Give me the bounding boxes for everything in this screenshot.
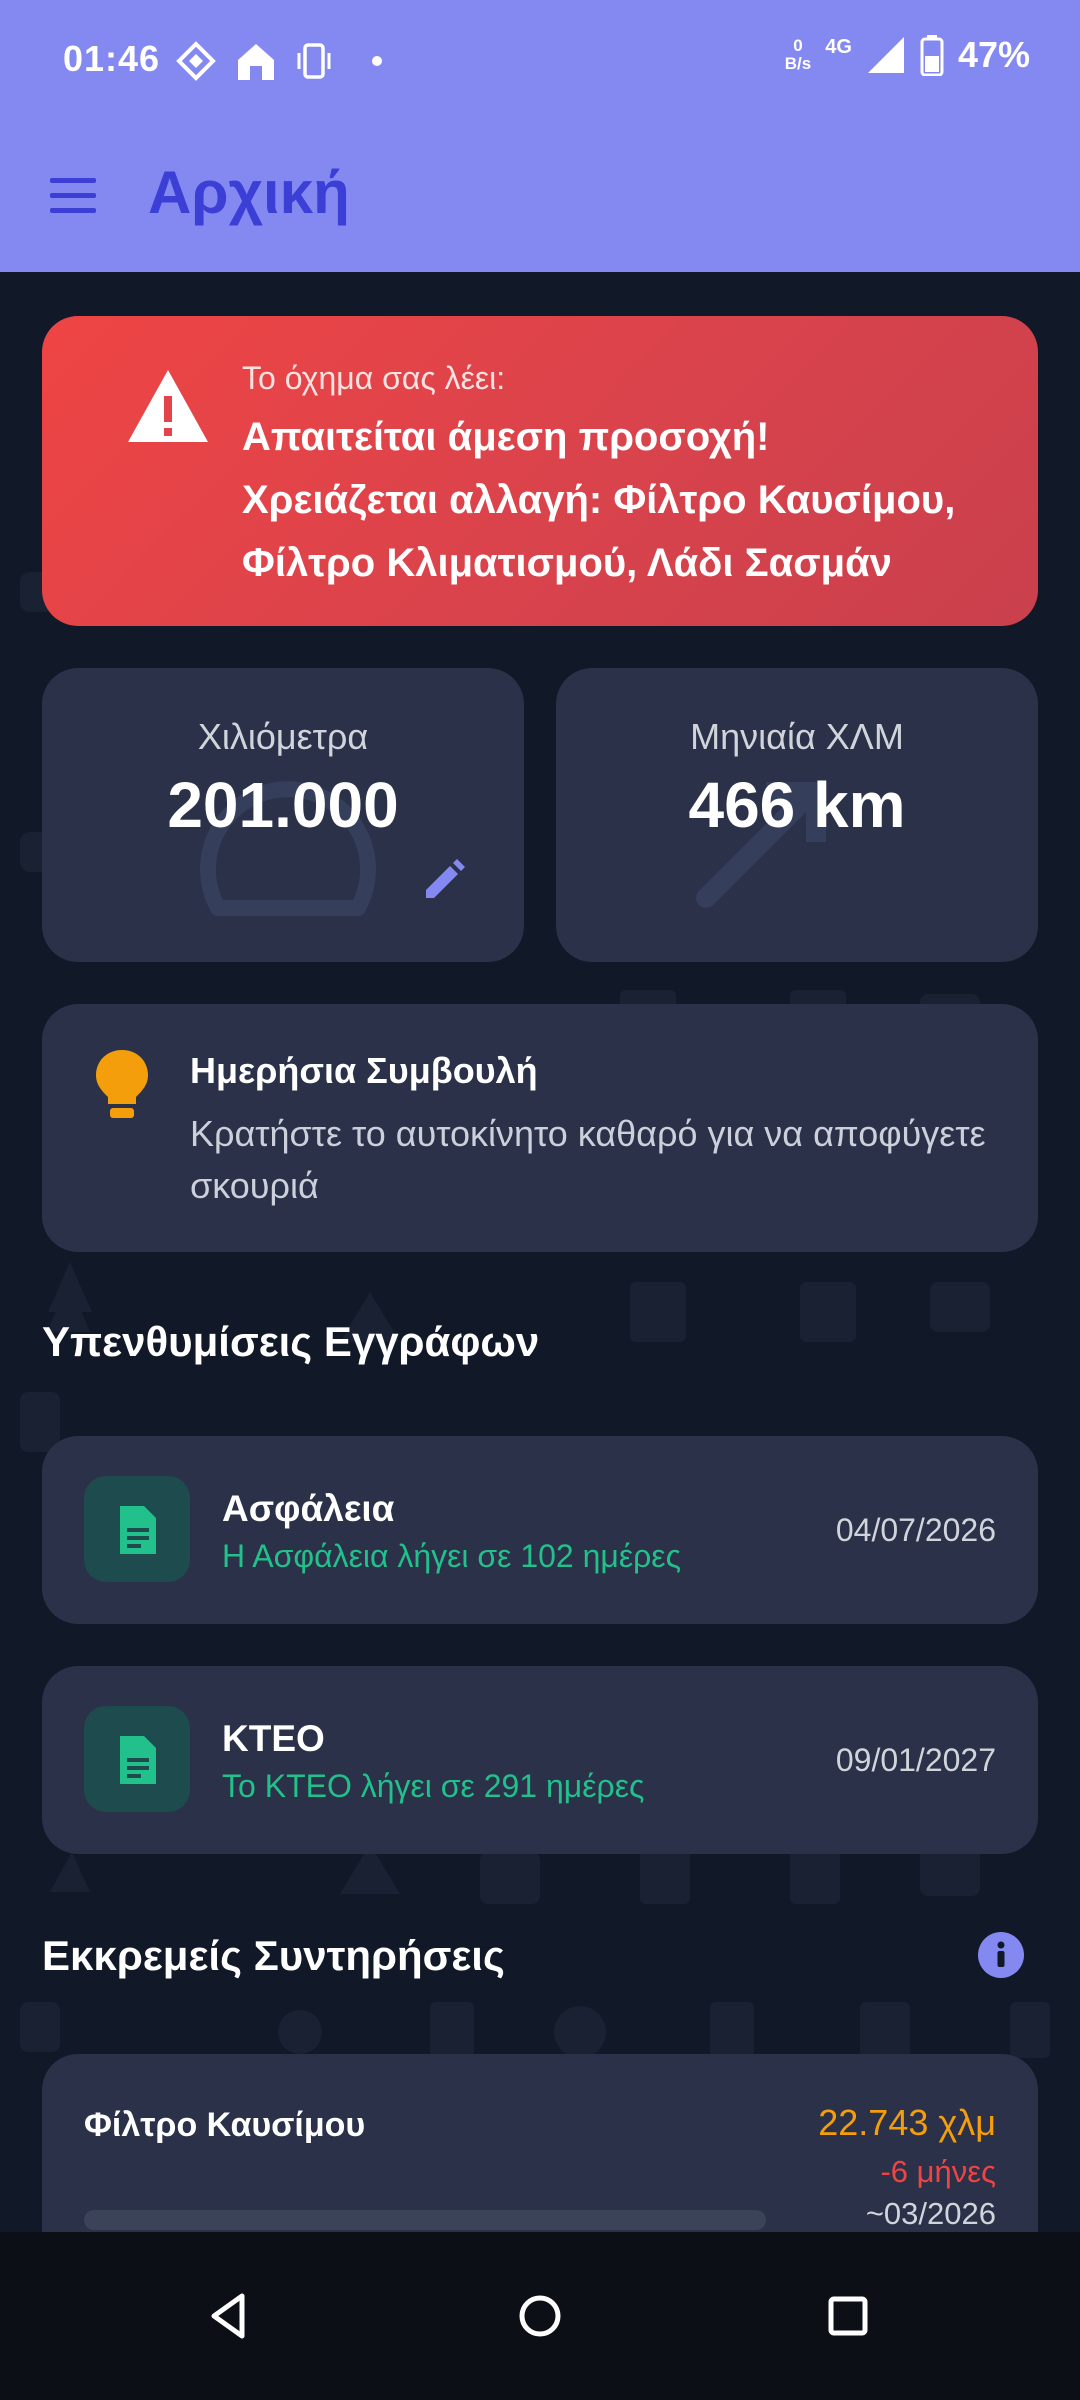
- info-glyph: [997, 1941, 1005, 1967]
- phone-vibrate-icon: [297, 43, 331, 79]
- app-diamond-icon: [176, 41, 216, 81]
- maintenance-months: -6 μήνες: [880, 2154, 996, 2189]
- document-date: 09/01/2027: [835, 1742, 996, 1778]
- monthly-km-value: 466 km: [688, 769, 906, 841]
- maintenance-item-fuel-filter[interactable]: Φίλτρο Καυσίμου 22.743 χλμ -6 μήνες ~03/…: [42, 2054, 1038, 2232]
- signal-icon: [867, 37, 904, 73]
- maintenance-km: 22.743 χλμ: [818, 2102, 996, 2143]
- alert-kicker: Το όχημα σας λέει:: [242, 360, 506, 396]
- menu-icon[interactable]: [46, 168, 102, 224]
- status-system-icons: 0 B/s 4G 47%: [785, 34, 1030, 76]
- status-bar: 01:46 0 B/s 4G 47%: [0, 0, 1080, 120]
- edit-icon[interactable]: [418, 856, 468, 906]
- network-speed: 0 B/s: [785, 37, 811, 73]
- network-speed-value: 0: [793, 36, 803, 55]
- system-navigation-bar: [0, 2232, 1080, 2400]
- document-expiry-text: Η Ασφάλεια λήγει σε 102 ημέρες: [222, 1538, 681, 1574]
- maintenance-title: Φίλτρο Καυσίμου: [84, 2106, 366, 2144]
- warning-icon: [128, 370, 208, 442]
- tip-title: Ημερήσια Συμβουλή: [190, 1050, 538, 1091]
- alert-headline: Απαιτείται άμεση προσοχή!: [242, 415, 770, 459]
- monthly-km-card: Μηνιαία ΧΛΜ 466 km: [556, 668, 1038, 962]
- network-speed-unit: B/s: [784, 54, 812, 73]
- battery-percent: 47%: [957, 34, 1030, 75]
- top-bar: 01:46 0 B/s 4G 47% Αρχική: [0, 0, 1080, 272]
- document-expiry-text: Το ΚΤΕΟ λήγει σε 291 ημέρες: [222, 1768, 645, 1804]
- monthly-km-label: Μηνιαία ΧΛΜ: [690, 716, 904, 757]
- maintenance-date: ~03/2026: [865, 2196, 996, 2231]
- home-icon: [238, 44, 274, 80]
- info-icon[interactable]: [978, 1932, 1024, 1978]
- mileage-value: 201.000: [167, 769, 399, 841]
- maintenance-list: Φίλτρο Καυσίμου 22.743 χλμ -6 μήνες ~03/…: [0, 2054, 1080, 2232]
- app-bar: Αρχική: [0, 120, 1080, 272]
- more-notifications-dot: [372, 56, 382, 66]
- status-notification-icons: [176, 40, 382, 82]
- document-title: ΚΤΕΟ: [222, 1718, 325, 1759]
- back-icon[interactable]: [200, 2286, 260, 2346]
- alert-detail: Χρειάζεται αλλαγή: Φίλτρο Καυσίμου, Φίλτ…: [242, 478, 956, 585]
- maintenance-progress-bar: [84, 2210, 766, 2230]
- home-nav-icon[interactable]: [510, 2286, 570, 2346]
- document-icon: [120, 1736, 156, 1784]
- document-icon-box: [84, 1476, 190, 1582]
- document-date: 04/07/2026: [835, 1512, 996, 1548]
- mileage-card[interactable]: Χιλιόμετρα 201.000: [42, 668, 524, 962]
- mileage-label: Χιλιόμετρα: [197, 716, 369, 757]
- recents-icon[interactable]: [818, 2286, 878, 2346]
- document-title: Ασφάλεια: [222, 1488, 395, 1529]
- daily-tip-card: Ημερήσια Συμβουλή Κρατήστε το αυτοκίνητο…: [42, 1004, 1038, 1252]
- maintenance-section-title: Εκκρεμείς Συντηρήσεις: [42, 1932, 505, 1979]
- page-title: Αρχική: [148, 159, 350, 226]
- alert-body: Απαιτείται άμεση προσοχή! Χρειάζεται αλλ…: [242, 406, 1002, 595]
- document-row-insurance[interactable]: Ασφάλεια Η Ασφάλεια λήγει σε 102 ημέρες …: [42, 1436, 1038, 1624]
- tip-text: Κρατήστε το αυτοκίνητο καθαρό για να απο…: [190, 1113, 986, 1206]
- document-row-kteo[interactable]: ΚΤΕΟ Το ΚΤΕΟ λήγει σε 291 ημέρες 09/01/2…: [42, 1666, 1038, 1854]
- alert-card: Το όχημα σας λέει: Απαιτείται άμεση προσ…: [42, 316, 1038, 626]
- battery-icon: [920, 35, 944, 76]
- lightbulb-icon: [96, 1050, 148, 1118]
- document-icon: [120, 1506, 156, 1554]
- status-time: 01:46: [63, 38, 161, 79]
- network-type: 4G: [825, 35, 852, 58]
- document-icon-box: [84, 1706, 190, 1812]
- documents-section-title: Υπενθυμίσεις Εγγράφων: [42, 1318, 540, 1365]
